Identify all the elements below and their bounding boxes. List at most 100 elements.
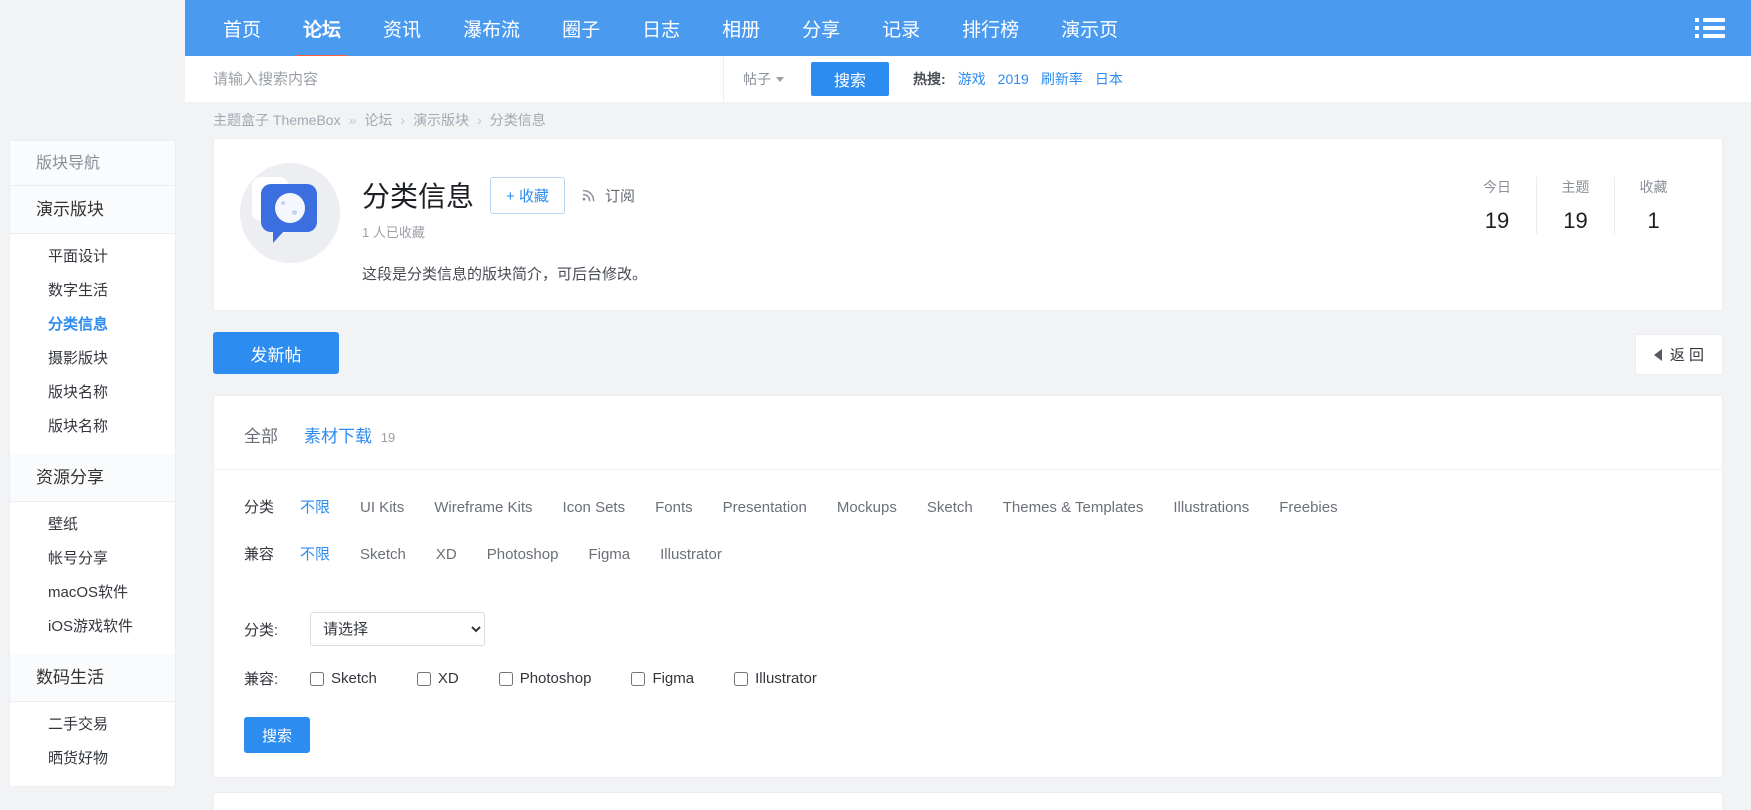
nav-item-demo[interactable]: 演示页 [1040, 0, 1139, 56]
sidebar-item-shaihuo[interactable]: 晒货好物 [10, 742, 175, 776]
checkbox-sketch[interactable]: Sketch [310, 670, 377, 687]
filter-card: 全部 素材下载 19 分类 不限 UI Kits Wireframe Kits … [213, 395, 1723, 778]
sidebar-item-macos[interactable]: macOS软件 [10, 576, 175, 610]
filter-opt-category-1[interactable]: UI Kits [360, 499, 404, 516]
filter-opt-compat-0[interactable]: 不限 [300, 543, 330, 564]
action-row: 发新帖 返 回 [213, 325, 1723, 381]
filter-opt-compat-4[interactable]: Figma [588, 546, 630, 563]
hot-tag-0[interactable]: 游戏 [958, 69, 986, 89]
sidebar-item-shuzi[interactable]: 数字生活 [10, 274, 175, 308]
checkbox-xd-label: XD [437, 670, 459, 687]
sidebar-group-title[interactable]: 资源分享 [10, 454, 175, 502]
back-button-label: 返 回 [1669, 347, 1704, 364]
nav-item-record[interactable]: 记录 [861, 0, 941, 56]
form-row-category: 分类: 请选择 UI Kits Wireframe Kits Icon Sets… [214, 612, 1722, 646]
back-button[interactable]: 返 回 [1634, 334, 1723, 375]
nav-item-album[interactable]: 相册 [701, 0, 781, 56]
filter-opt-category-8[interactable]: Themes & Templates [1003, 499, 1144, 516]
search-scope-dropdown[interactable]: 帖子 [723, 56, 803, 102]
filter-opt-category-10[interactable]: Freebies [1279, 499, 1337, 516]
filter-search-button[interactable]: 搜索 [244, 717, 310, 753]
forum-header: 分类信息 + 收藏 订阅 1 人已收藏 这段是分类信息的版块简介，可后台修改。 … [214, 139, 1722, 310]
filter-opt-category-6[interactable]: Mockups [837, 499, 897, 516]
sidebar-item-fenlei[interactable]: 分类信息 [10, 308, 175, 342]
sidebar-item-pingmian[interactable]: 平面设计 [10, 240, 175, 274]
stat-favorites: 收藏 1 [1614, 177, 1692, 234]
sidebar: 版块导航 演示版块 平面设计 数字生活 分类信息 摄影版块 版块名称 版块名称 … [0, 0, 185, 810]
filter-row-compat: 兼容 不限 Sketch XD Photoshop Figma Illustra… [214, 543, 1722, 564]
filter-opt-category-2[interactable]: Wireframe Kits [434, 499, 532, 516]
nav-item-ranking[interactable]: 排行榜 [941, 0, 1040, 56]
filter-opt-compat-1[interactable]: Sketch [360, 546, 406, 563]
hot-tag-1[interactable]: 2019 [998, 71, 1029, 87]
checkbox-illustrator-input[interactable] [734, 671, 749, 686]
new-post-button[interactable]: 发新帖 [213, 332, 339, 374]
hot-tag-2[interactable]: 刷新率 [1041, 69, 1083, 89]
filter-row-category: 分类 不限 UI Kits Wireframe Kits Icon Sets F… [214, 496, 1722, 517]
stat-value: 19 [1484, 208, 1510, 233]
checkbox-xd-input[interactable] [416, 671, 431, 686]
breadcrumb-item-current[interactable]: 分类信息 [490, 110, 546, 130]
checkbox-figma-input[interactable] [631, 671, 646, 686]
sidebar-item-ios[interactable]: iOS游戏软件 [10, 610, 175, 644]
search-button[interactable]: 搜索 [811, 62, 889, 96]
filter-opt-category-5[interactable]: Presentation [723, 499, 807, 516]
checkbox-photoshop[interactable]: Photoshop [498, 670, 591, 687]
nav-item-circle[interactable]: 圈子 [541, 0, 621, 56]
speech-bubble-forum-icon [240, 163, 340, 263]
type-tab-materials[interactable]: 素材下载 [304, 427, 372, 446]
checkbox-sketch-input[interactable] [310, 671, 324, 686]
sidebar-group-resources: 资源分享 壁纸 帐号分享 macOS软件 iOS游戏软件 [10, 454, 175, 654]
nav-item-news[interactable]: 资讯 [362, 0, 442, 56]
filter-opt-category-4[interactable]: Fonts [655, 499, 693, 516]
rss-icon [582, 189, 595, 202]
sidebar-group-title[interactable]: 数码生活 [10, 654, 175, 702]
filter-opt-category-9[interactable]: Illustrations [1173, 499, 1249, 516]
sidebar-group-links: 平面设计 数字生活 分类信息 摄影版块 版块名称 版块名称 [10, 234, 175, 454]
breadcrumb-item-section[interactable]: 演示版块 [413, 110, 469, 130]
search-input[interactable] [213, 57, 723, 101]
filter-opt-category-7[interactable]: Sketch [927, 499, 973, 516]
hot-search-label: 热搜: [913, 71, 946, 87]
stat-threads: 主题 19 [1536, 177, 1614, 234]
breadcrumb-item-forum[interactable]: 论坛 [364, 110, 392, 130]
checkbox-photoshop-input[interactable] [498, 671, 513, 686]
page-root: 版块导航 演示版块 平面设计 数字生活 分类信息 摄影版块 版块名称 版块名称 … [0, 0, 1751, 810]
sidebar-item-bankuai-1[interactable]: 版块名称 [10, 376, 175, 410]
checkbox-xd[interactable]: XD [416, 670, 459, 687]
sidebar-item-sheying[interactable]: 摄影版块 [10, 342, 175, 376]
sidebar-item-bankuai-2[interactable]: 版块名称 [10, 410, 175, 444]
filter-opt-category-0[interactable]: 不限 [300, 496, 330, 517]
category-select[interactable]: 请选择 UI Kits Wireframe Kits Icon Sets Fon… [310, 612, 485, 646]
nav-item-waterfall[interactable]: 瀑布流 [442, 0, 541, 56]
forum-description: 这段是分类信息的版块简介，可后台修改。 [362, 266, 648, 283]
list-menu-icon[interactable] [1687, 14, 1725, 42]
type-tab-materials-count: 19 [380, 430, 396, 445]
nav-item-home[interactable]: 首页 [202, 0, 282, 56]
filter-opt-compat-5[interactable]: Illustrator [660, 546, 722, 563]
nav-item-list: 首页 论坛 资讯 瀑布流 圈子 日志 相册 分享 记录 排行榜 演示页 [185, 0, 1751, 60]
nav-item-share[interactable]: 分享 [781, 0, 861, 56]
type-tab-all[interactable]: 全部 [244, 422, 278, 447]
stat-today: 今日 19 [1458, 177, 1536, 234]
checkbox-figma[interactable]: Figma [631, 670, 694, 687]
sidebar-header: 版块导航 [10, 141, 175, 186]
form-row-compat: 兼容: Sketch XD Photoshop Figma Illustrato… [214, 668, 1722, 689]
filter-opt-compat-3[interactable]: Photoshop [487, 546, 559, 563]
hot-tag-3[interactable]: 日本 [1095, 69, 1123, 89]
nav-item-forum[interactable]: 论坛 [282, 0, 362, 60]
breadcrumb-separator: › [477, 112, 482, 128]
form-label-compat: 兼容: [244, 671, 279, 688]
sidebar-item-zhanghao[interactable]: 帐号分享 [10, 542, 175, 576]
sidebar-item-ershou[interactable]: 二手交易 [10, 708, 175, 742]
sidebar-item-bizhi[interactable]: 壁纸 [10, 508, 175, 542]
filter-opt-category-3[interactable]: Icon Sets [563, 499, 626, 516]
breadcrumb-item-site[interactable]: 主题盒子 ThemeBox [213, 110, 341, 130]
subscribe-button[interactable]: 订阅 [581, 185, 635, 206]
favorite-button[interactable]: + 收藏 [490, 176, 565, 214]
nav-item-blog[interactable]: 日志 [621, 0, 701, 56]
stat-label: 今日 [1483, 179, 1511, 195]
checkbox-illustrator[interactable]: Illustrator [734, 670, 817, 687]
sidebar-group-title[interactable]: 演示版块 [10, 186, 175, 234]
filter-opt-compat-2[interactable]: XD [436, 546, 457, 563]
